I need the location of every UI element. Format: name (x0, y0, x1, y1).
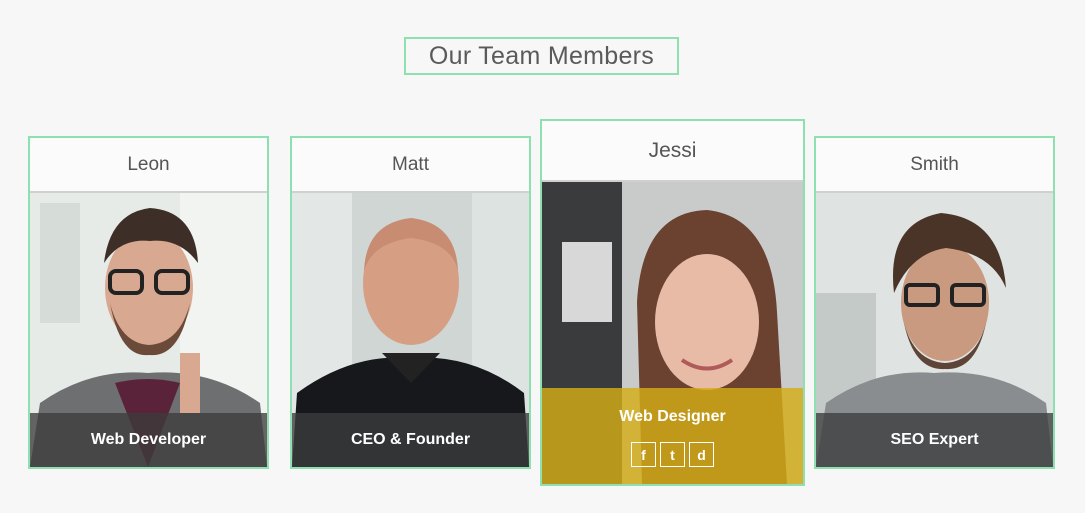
member-name: Smith (816, 138, 1053, 193)
member-photo: Web Developer (30, 193, 267, 467)
team-card-jessi[interactable]: Jessi Web Designer f t d (540, 119, 805, 486)
member-role: SEO Expert (816, 413, 1053, 467)
member-role: CEO & Founder (292, 413, 529, 467)
member-role: Web Designer (619, 408, 726, 425)
member-role-overlay: Web Designer f t d (542, 388, 803, 484)
section-title: Our Team Members (404, 37, 679, 75)
member-photo: SEO Expert (816, 193, 1053, 467)
dribbble-icon[interactable]: d (689, 442, 714, 467)
member-name: Matt (292, 138, 529, 193)
member-photo: CEO & Founder (292, 193, 529, 467)
member-photo: Web Designer f t d (542, 182, 803, 484)
facebook-icon[interactable]: f (631, 442, 656, 467)
member-name: Leon (30, 138, 267, 193)
team-card-leon[interactable]: Leon Web Developer (28, 136, 269, 469)
social-links: f t d (631, 442, 714, 467)
team-card-matt[interactable]: Matt CEO & Founder (290, 136, 531, 469)
twitter-icon[interactable]: t (660, 442, 685, 467)
member-name: Jessi (542, 121, 803, 182)
member-role: Web Developer (30, 413, 267, 467)
team-card-smith[interactable]: Smith SEO Expert (814, 136, 1055, 469)
